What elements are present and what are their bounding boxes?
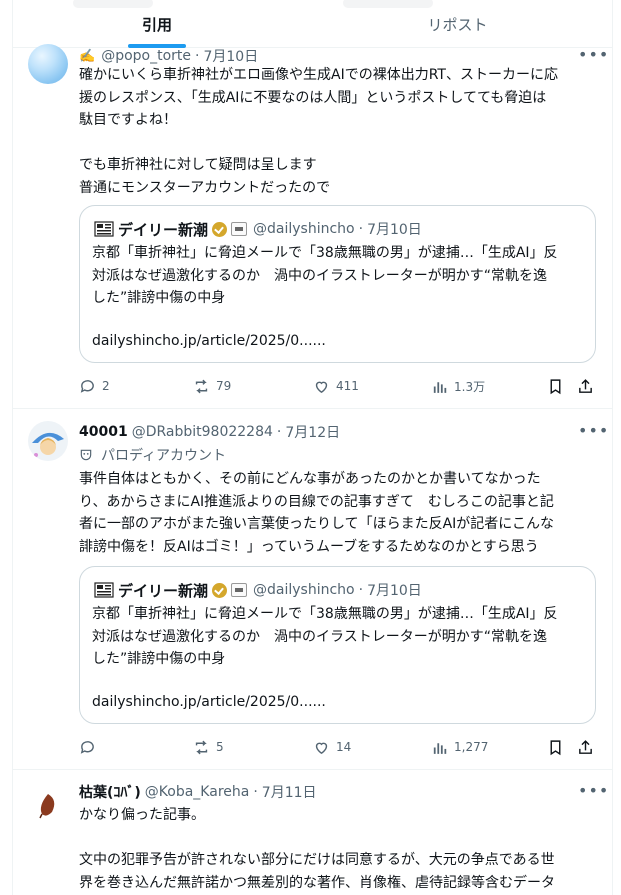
- user-handle[interactable]: @Koba_Kareha: [145, 784, 250, 800]
- post[interactable]: ✍️ @popo_torte · 7月10日 ••• 確かにいくら車折神社がエロ…: [13, 44, 612, 409]
- quoted-post-header: デイリー新潮 @dailyshincho · 7月10日: [94, 218, 422, 240]
- view-count: 1.3万: [454, 379, 486, 394]
- bookmark-button[interactable]: [547, 376, 570, 396]
- tab-quotes[interactable]: 引用: [13, 0, 301, 48]
- timeline-column: 引用 リポスト ✍️ @popo_torte · 7月10日 ••• 確かにいく…: [12, 0, 613, 895]
- quoted-post-card[interactable]: デイリー新潮 @dailyshincho · 7月10日 京都「車折神社」に脅迫…: [79, 205, 596, 363]
- reply-icon: [80, 740, 94, 754]
- post-header: 枯葉(ｺﾊﾞ) @Koba_Kareha · 7月11日: [79, 782, 317, 802]
- newspaper-logo-icon: [94, 220, 114, 238]
- quoted-author-name: デイリー新潮: [118, 581, 209, 600]
- quoted-post-card[interactable]: デイリー新潮 @dailyshincho · 7月10日 京都「車折神社」に脅迫…: [79, 566, 596, 724]
- post[interactable]: 枯葉(ｺﾊﾞ) @Koba_Kareha · 7月11日 ••• かなり偏った記…: [13, 770, 612, 895]
- affiliate-badge-icon: [231, 583, 248, 597]
- repost-icon: [195, 740, 208, 754]
- more-options-icon[interactable]: •••: [578, 783, 608, 804]
- avatar[interactable]: [28, 421, 68, 461]
- user-handle[interactable]: @popo_torte: [101, 48, 191, 64]
- post-header: ✍️ @popo_torte · 7月10日: [79, 46, 259, 66]
- bookmark-icon: [550, 378, 561, 394]
- quoted-author-handle: @dailyshincho: [253, 582, 355, 598]
- quoted-post-header: デイリー新潮 @dailyshincho · 7月10日: [94, 579, 422, 601]
- avatar[interactable]: [28, 784, 68, 824]
- parody-label: パロディアカウント: [79, 445, 226, 465]
- bookmark-button[interactable]: [547, 737, 570, 757]
- quoted-author-handle: @dailyshincho: [253, 221, 355, 237]
- more-options-icon[interactable]: •••: [578, 423, 608, 444]
- views-button[interactable]: 1.3万: [431, 376, 485, 396]
- post[interactable]: 40001 @DRabbit98022284 · 7月12日 ••• パロディア…: [13, 409, 612, 770]
- user-handle[interactable]: @DRabbit98022284: [132, 424, 273, 440]
- bookmark-icon: [550, 739, 561, 755]
- avatar[interactable]: [28, 44, 68, 84]
- reply-button[interactable]: 2: [79, 376, 110, 396]
- affiliate-badge-icon: [231, 222, 248, 236]
- quoted-post-text: 京都「車折神社」に脅迫メールで「38歳無職の男」が逮捕…「生成AI」反 対派はな…: [92, 245, 558, 306]
- post-text: 事件自体はともかく、その前にどんな事があったのかとか書いてなかった り、あからさ…: [79, 471, 555, 555]
- like-count: 411: [336, 379, 359, 393]
- share-icon: [579, 378, 592, 393]
- verified-badge-icon: [212, 221, 228, 237]
- verified-badge-icon: [212, 582, 228, 598]
- repost-button[interactable]: 5: [193, 737, 224, 757]
- like-count: 14: [336, 740, 352, 754]
- parody-mask-icon: [80, 449, 92, 461]
- like-button[interactable]: 14: [313, 737, 351, 757]
- user-name[interactable]: 枯葉(ｺﾊﾞ): [79, 782, 141, 802]
- reply-count: 2: [102, 379, 110, 393]
- user-name[interactable]: 40001: [79, 424, 128, 440]
- quoted-link[interactable]: dailyshincho.jp/article/2025/0......: [92, 694, 326, 710]
- post-header: 40001 @DRabbit98022284 · 7月12日: [79, 422, 341, 442]
- post-date[interactable]: 7月10日: [203, 46, 258, 66]
- like-button[interactable]: 411: [313, 376, 359, 396]
- repost-count: 79: [216, 379, 232, 393]
- quoted-author-name: デイリー新潮: [118, 220, 209, 239]
- repost-button[interactable]: 79: [193, 376, 231, 396]
- post-text: 確かにいくら車折神社がエロ画像や生成AIでの裸体出力RT、ストーカーに応 援のレ…: [79, 67, 558, 196]
- newspaper-logo-icon: [94, 581, 114, 599]
- repost-icon: [195, 379, 208, 393]
- share-icon: [579, 739, 592, 754]
- views-button[interactable]: 1,277: [431, 737, 488, 757]
- reply-button[interactable]: [79, 737, 102, 757]
- reply-icon: [80, 379, 94, 393]
- repost-count: 5: [216, 740, 224, 754]
- quoted-date: 7月10日: [367, 583, 422, 599]
- tab-bar: 引用 リポスト: [13, 0, 612, 48]
- quoted-date: 7月10日: [367, 222, 422, 238]
- share-button[interactable]: [577, 376, 600, 396]
- quoted-post-text: 京都「車折神社」に脅迫メールで「38歳無職の男」が逮捕…「生成AI」反 対派はな…: [92, 606, 558, 667]
- heart-icon: [315, 742, 328, 754]
- views-chart-icon: [433, 742, 447, 754]
- post-date[interactable]: 7月12日: [285, 422, 340, 442]
- post-text: かなり偏った記事。 文中の犯罪予告が許されない部分にだけは同意するが、大元の争点…: [79, 807, 555, 891]
- tab-reposts[interactable]: リポスト: [301, 0, 612, 48]
- post-date[interactable]: 7月11日: [262, 782, 317, 802]
- quoted-link[interactable]: dailyshincho.jp/article/2025/0......: [92, 333, 326, 349]
- view-count: 1,277: [454, 740, 489, 754]
- writing-hand-icon: ✍️: [79, 48, 96, 64]
- share-button[interactable]: [577, 737, 600, 757]
- views-chart-icon: [433, 381, 447, 393]
- heart-icon: [315, 381, 328, 393]
